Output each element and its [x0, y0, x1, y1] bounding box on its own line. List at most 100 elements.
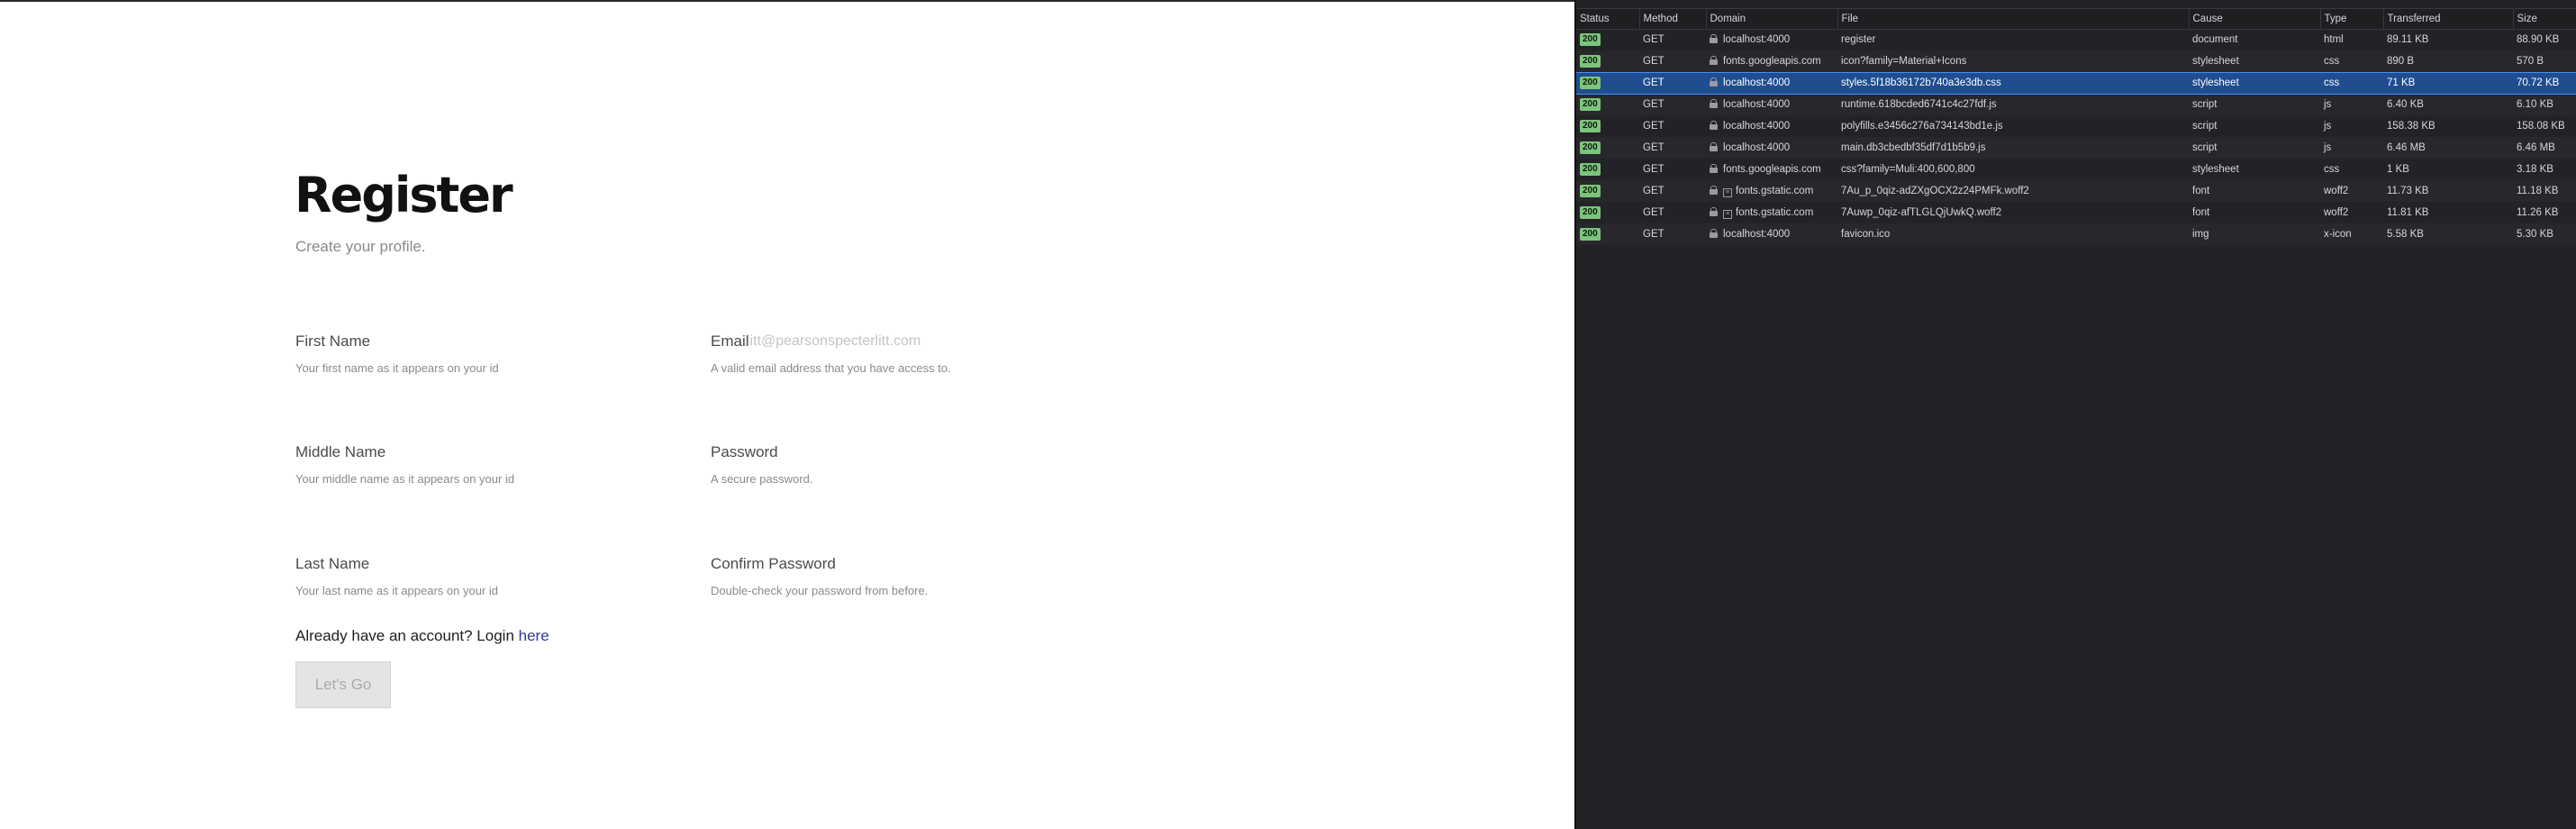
request-status: 200	[1576, 223, 1639, 245]
confirm-password-input[interactable]	[711, 554, 1071, 574]
network-request-list: 200 GET localhost:4000 register document html…	[1576, 29, 2576, 245]
middle-name-field: Middle Name Your middle name as it appea…	[295, 442, 656, 487]
request-method: GET	[1639, 202, 1706, 223]
request-domain: ≡ fonts.gstatic.com	[1706, 180, 1837, 202]
network-request-row[interactable]: 200 GET localhost:4000 favicon.ico img x-icon…	[1576, 223, 2576, 245]
network-request-row[interactable]: 200 GET fonts.googleapis.com css?family=Mul…	[1576, 159, 2576, 180]
network-header-row: Status Method Domain File Cause Type Tra…	[1576, 9, 2576, 30]
email-input[interactable]	[711, 332, 1071, 351]
page-title: Register	[295, 167, 513, 223]
request-domain: fonts.googleapis.com	[1706, 159, 1837, 180]
network-request-row[interactable]: 200 GET localhost:4000 main.db3cbedbf35df7d…	[1576, 137, 2576, 159]
devtools-toolbar	[1576, 0, 2576, 9]
network-request-row[interactable]: 200 GET localhost:4000 styles.5f18b36172b74…	[1576, 71, 2576, 95]
request-cause: stylesheet	[2189, 71, 2320, 95]
request-status: 200	[1576, 159, 1639, 180]
request-cause: stylesheet	[2189, 159, 2320, 180]
request-transferred: 6.46 MB	[2383, 137, 2513, 159]
last-name-field: Last Name Your last name as it appears o…	[295, 554, 656, 598]
request-transferred: 89.11 KB	[2383, 29, 2513, 50]
column-header-file[interactable]: File	[1837, 9, 2190, 30]
request-transferred: 158.38 KB	[2383, 115, 2513, 137]
network-request-row[interactable]: 200 GET localhost:4000 polyfills.e3456c276a…	[1576, 115, 2576, 137]
middle-name-input[interactable]	[295, 442, 656, 462]
request-size: 3.18 KB	[2513, 159, 2576, 180]
last-name-input[interactable]	[295, 554, 656, 574]
request-file: favicon.ico	[1837, 223, 2189, 245]
confirm-password-hint: Double-check your password from before.	[711, 584, 929, 597]
request-domain: localhost:4000	[1706, 94, 1837, 115]
network-request-row[interactable]: 200 GET ≡ fonts.gstatic.com 7Auwp_0qiz-afTLG…	[1576, 202, 2576, 223]
login-link[interactable]: here	[519, 627, 549, 644]
status-badge: 200	[1580, 120, 1601, 132]
request-domain-text: localhost:4000	[1723, 99, 1791, 111]
request-status: 200	[1576, 94, 1639, 115]
network-request-row[interactable]: 200 GET localhost:4000 runtime.618bcded6741…	[1576, 94, 2576, 115]
request-file: styles.5f18b36172b740a3e3db.css	[1837, 71, 2189, 95]
request-size: 70.72 KB	[2513, 71, 2576, 95]
devtools-network-panel: Status Method Domain File Cause Type Tra…	[1574, 0, 2576, 829]
lock-icon	[1710, 121, 1718, 130]
status-badge: 200	[1580, 98, 1601, 112]
request-file: polyfills.e3456c276a734143bd1e.js	[1837, 115, 2189, 137]
request-cause: stylesheet	[2189, 50, 2320, 72]
first-name-input[interactable]	[295, 332, 656, 351]
request-size: 6.10 KB	[2513, 94, 2576, 115]
request-method: GET	[1639, 223, 1706, 245]
request-type: x-icon	[2320, 223, 2383, 245]
request-method: GET	[1639, 94, 1706, 115]
request-domain-text: fonts.googleapis.com	[1723, 164, 1821, 175]
submit-button[interactable]: Let's Go	[295, 661, 391, 708]
network-request-table: Status Method Domain File Cause Type Tra…	[1576, 9, 2576, 245]
lock-icon	[1710, 206, 1718, 216]
column-header-size[interactable]: Size	[2513, 9, 2576, 30]
request-domain: ≡ fonts.gstatic.com	[1706, 202, 1837, 223]
tracker-icon: ≡	[1723, 209, 1732, 219]
request-domain-text: localhost:4000	[1723, 77, 1791, 88]
tracker-icon: ≡	[1723, 187, 1732, 197]
request-domain-text: localhost:4000	[1723, 34, 1791, 46]
request-file: 7Auwp_0qiz-afTLGLQjUwkQ.woff2	[1837, 202, 2189, 223]
column-header-domain[interactable]: Domain	[1706, 9, 1838, 30]
column-header-cause[interactable]: Cause	[2189, 9, 2321, 30]
request-method: GET	[1639, 71, 1706, 95]
network-request-row[interactable]: 200 GET ≡ fonts.gstatic.com 7Au_p_0qiz-adZXg…	[1576, 180, 2576, 202]
column-header-status[interactable]: Status	[1576, 9, 1640, 30]
request-size: 6.46 MB	[2513, 137, 2576, 159]
request-transferred: 1 KB	[2383, 159, 2513, 180]
lock-icon	[1710, 229, 1718, 238]
request-domain: localhost:4000	[1706, 115, 1837, 137]
request-type: css	[2320, 71, 2383, 95]
request-domain: fonts.googleapis.com	[1706, 50, 1837, 72]
request-method: GET	[1639, 180, 1706, 202]
lock-icon	[1710, 164, 1718, 173]
request-size: 158.08 KB	[2513, 115, 2576, 137]
request-transferred: 71 KB	[2383, 71, 2513, 95]
first-name-hint: Your first name as it appears on your id	[295, 361, 499, 375]
request-size: 570 B	[2513, 50, 2576, 72]
request-type: css	[2320, 159, 2383, 180]
column-header-transferred[interactable]: Transferred	[2383, 9, 2514, 30]
network-request-row[interactable]: 200 GET fonts.googleapis.com icon?family=Ma…	[1576, 50, 2576, 72]
login-prompt-text: Already have an account? Login	[295, 627, 519, 644]
request-type: js	[2320, 94, 2383, 115]
middle-name-hint: Your middle name as it appears on your i…	[295, 472, 515, 486]
request-method: GET	[1639, 50, 1706, 72]
request-type: html	[2320, 29, 2383, 50]
password-input[interactable]	[711, 442, 1071, 462]
network-request-row[interactable]: 200 GET localhost:4000 register document html…	[1576, 29, 2576, 50]
request-domain: localhost:4000	[1706, 29, 1837, 50]
request-file: 7Au_p_0qiz-adZXgOCX2z24PMFk.woff2	[1837, 180, 2189, 202]
column-header-method[interactable]: Method	[1639, 9, 1707, 30]
column-header-type[interactable]: Type	[2320, 9, 2384, 30]
request-type: woff2	[2320, 180, 2383, 202]
request-domain: localhost:4000	[1706, 137, 1837, 159]
status-badge: 200	[1580, 185, 1601, 197]
password-field: Password A secure password.	[711, 442, 1071, 487]
lock-icon	[1710, 185, 1718, 195]
lock-icon	[1710, 99, 1718, 109]
request-size: 5.30 KB	[2513, 223, 2576, 245]
request-status: 200	[1576, 29, 1639, 50]
request-file: main.db3cbedbf35df7d1b5b9.js	[1837, 137, 2189, 159]
request-domain-text: localhost:4000	[1723, 121, 1791, 132]
